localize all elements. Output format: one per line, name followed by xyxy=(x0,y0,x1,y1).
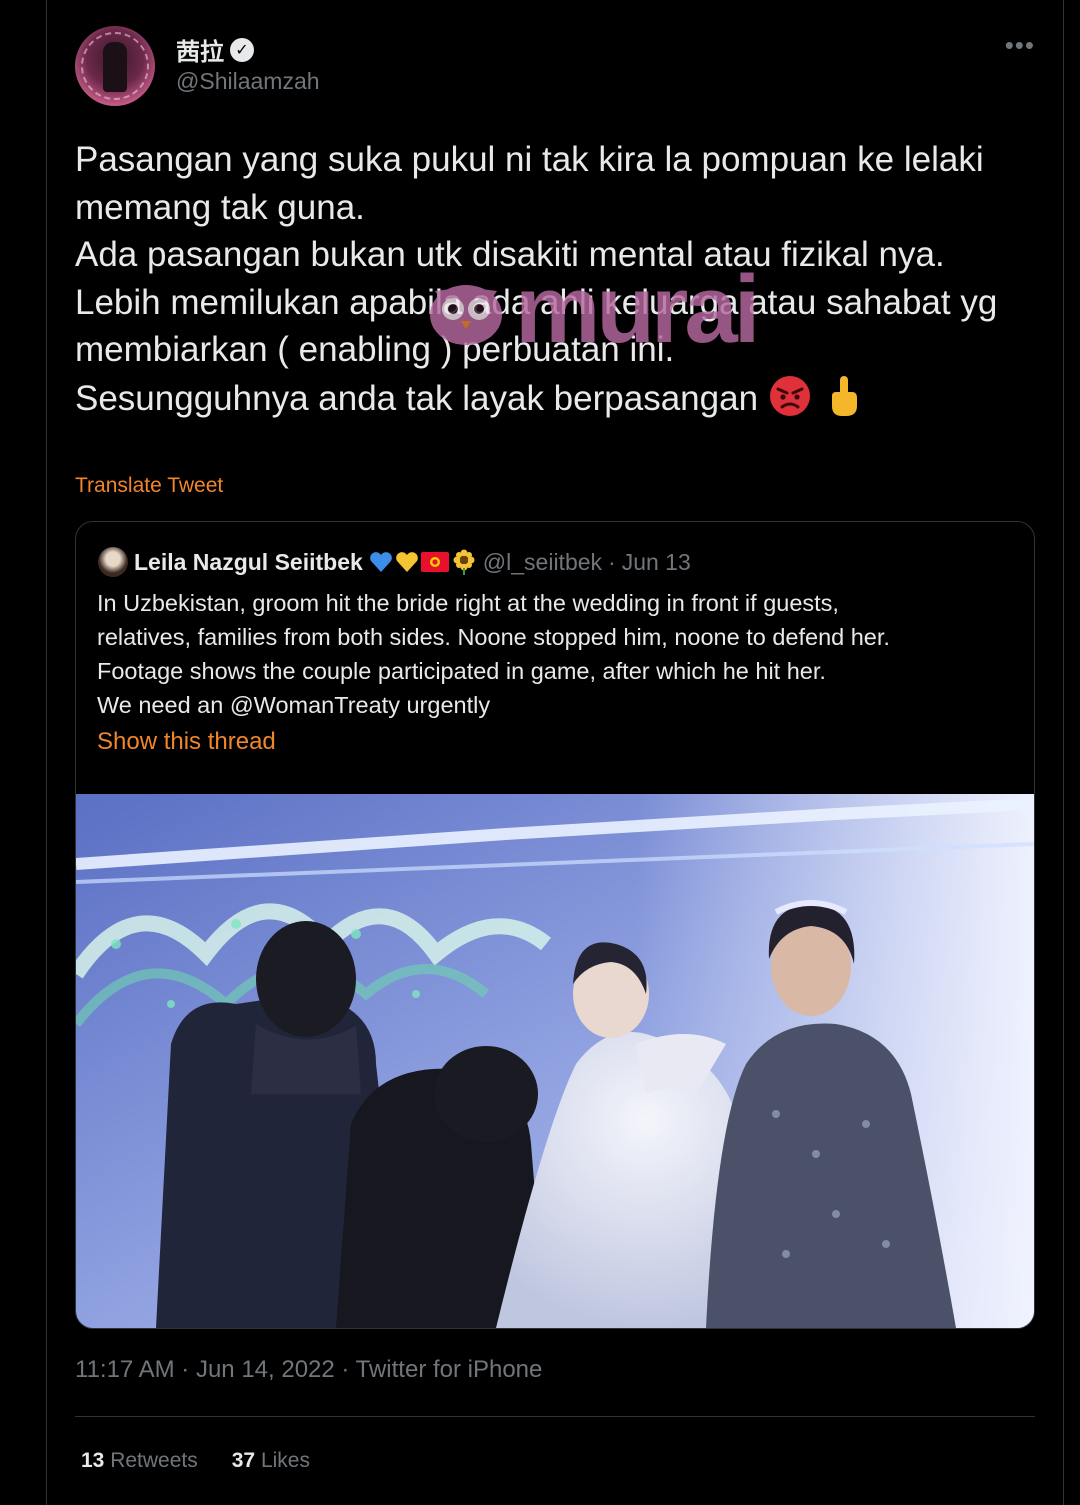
sunflower-icon xyxy=(453,549,475,575)
quoted-author-avatar[interactable] xyxy=(98,547,128,577)
middle-finger-icon xyxy=(831,375,857,416)
angry-face-icon xyxy=(769,375,810,416)
tweet-line-last: Sesungguhnya anda tak layak berpasangan xyxy=(75,374,1020,423)
quoted-line: In Uzbekistan, groom hit the bride right… xyxy=(97,590,839,616)
quoted-tweet-card[interactable]: Leila Nazgul Seiitbek @l_seiitbek · Jun … xyxy=(75,521,1035,1329)
tweet-line: Lebih memilukan apabila ada ahli keluarg… xyxy=(75,282,998,370)
quoted-tweet-text: In Uzbekistan, groom hit the bride right… xyxy=(97,586,1007,722)
tweet-line: Ada pasangan bukan utk disakiti mental a… xyxy=(75,235,945,274)
verified-badge-icon: ✓ xyxy=(230,37,254,62)
quoted-line: We need an @WomanTreaty urgently xyxy=(97,692,491,718)
author-name-row[interactable]: 茜拉 ✓ xyxy=(176,32,254,67)
show-thread-link[interactable]: Show this thread xyxy=(97,728,276,756)
kyrgyzstan-flag-icon xyxy=(420,552,449,572)
quoted-separator: · xyxy=(608,548,616,575)
author-display-name[interactable]: 茜拉 xyxy=(176,32,224,67)
quoted-line: relatives, families from both sides. Noo… xyxy=(97,624,890,650)
right-column-border xyxy=(1063,0,1064,1505)
tweet-stats: 13 Retweets 37 Likes xyxy=(81,1449,310,1473)
quoted-name-emojis xyxy=(369,549,477,575)
author-handle[interactable]: @Shilaamzah xyxy=(176,68,320,95)
tweet-text: Pasangan yang suka pukul ni tak kira la … xyxy=(75,136,1020,422)
retweets-label: Retweets xyxy=(110,1449,198,1472)
quoted-author-handle[interactable]: @l_seiitbek xyxy=(483,549,602,576)
more-options-icon[interactable]: ••• xyxy=(1005,30,1035,61)
wedding-video-still xyxy=(76,794,1034,1328)
translate-tweet-link[interactable]: Translate Tweet xyxy=(75,474,223,498)
left-column-border xyxy=(46,0,47,1505)
quoted-author-name[interactable]: Leila Nazgul Seiitbek xyxy=(134,549,363,576)
avatar-figure xyxy=(103,42,127,92)
tweet-timestamp[interactable]: 11:17 AM · Jun 14, 2022 · Twitter for iP… xyxy=(75,1356,542,1384)
blue-heart-icon xyxy=(369,552,392,572)
tweet-line: Sesungguhnya anda tak layak berpasangan xyxy=(75,378,759,418)
retweets-stat[interactable]: 13 Retweets xyxy=(81,1449,198,1473)
stats-divider xyxy=(75,1416,1035,1417)
tweet: 茜拉 ✓ @Shilaamzah ••• Pasangan yang suka … xyxy=(75,0,1035,1505)
quoted-tweet-header: Leila Nazgul Seiitbek @l_seiitbek · Jun … xyxy=(98,547,691,577)
quoted-line: Footage shows the couple participated in… xyxy=(97,658,826,684)
quoted-media-video[interactable] xyxy=(76,794,1034,1328)
author-avatar[interactable] xyxy=(75,26,155,106)
likes-label: Likes xyxy=(260,1449,310,1472)
yellow-heart-icon xyxy=(395,552,418,572)
retweets-count: 13 xyxy=(81,1449,105,1472)
quoted-date[interactable]: Jun 13 xyxy=(622,549,691,576)
likes-count: 37 xyxy=(231,1449,256,1472)
likes-stat[interactable]: 37 Likes xyxy=(232,1449,310,1473)
tweet-line: Pasangan yang suka pukul ni tak kira la … xyxy=(75,140,984,227)
